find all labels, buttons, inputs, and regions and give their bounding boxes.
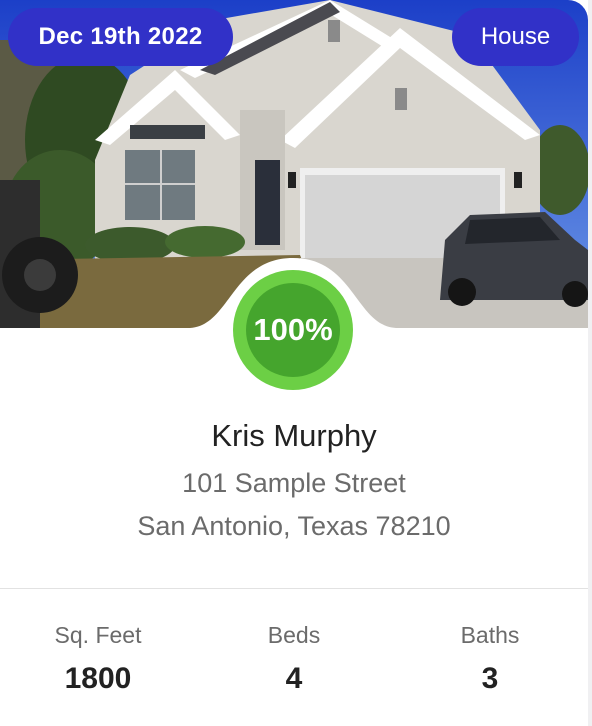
score-ring: 100% xyxy=(233,270,353,390)
score-value: 100% xyxy=(246,283,340,377)
date-badge: Dec 19th 2022 xyxy=(8,8,233,66)
stat-value: 1800 xyxy=(64,662,132,695)
address-line1: 101 Sample Street xyxy=(182,468,406,498)
stat-value: 4 xyxy=(285,662,303,695)
owner-name: Kris Murphy xyxy=(211,418,377,453)
stat-value: 3 xyxy=(481,662,499,695)
address-line2: San Antonio, Texas 78210 xyxy=(137,511,451,541)
property-type-badge: House xyxy=(452,8,579,66)
divider xyxy=(0,588,588,589)
completion-score-badge: 100% xyxy=(228,265,358,395)
stat-label: Beds xyxy=(267,622,321,648)
stat-beds: Beds 4 xyxy=(196,622,392,696)
stat-baths: Baths 3 xyxy=(392,622,588,696)
stat-label: Baths xyxy=(460,622,520,648)
stat-label: Sq. Feet xyxy=(54,622,142,648)
card-edge xyxy=(588,0,592,726)
listing-card[interactable]: Dec 19th 2022 House 100% Kris Murphy 101… xyxy=(0,0,588,726)
stat-square-feet: Sq. Feet 1800 xyxy=(0,622,196,696)
